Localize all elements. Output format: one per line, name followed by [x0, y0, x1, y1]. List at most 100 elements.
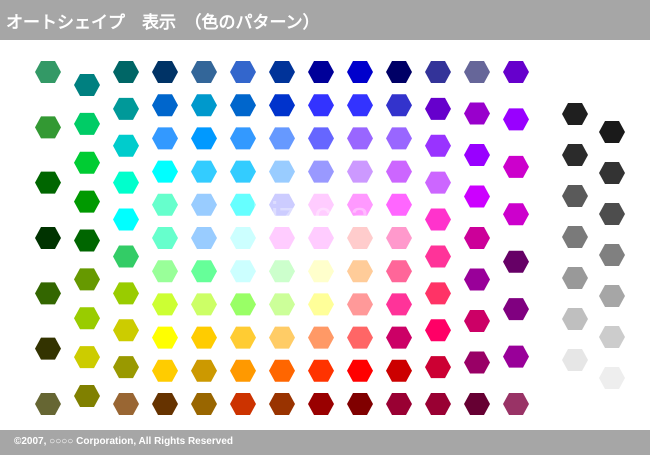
color-swatch[interactable]: [269, 359, 295, 382]
color-swatch[interactable]: [464, 351, 490, 374]
color-swatch[interactable]: [503, 250, 529, 273]
color-swatch[interactable]: [425, 282, 451, 305]
color-swatch[interactable]: [503, 61, 529, 83]
color-swatch[interactable]: [386, 61, 412, 83]
color-swatch[interactable]: [503, 108, 529, 131]
color-swatch[interactable]: [464, 268, 490, 291]
color-swatch[interactable]: [308, 94, 334, 117]
color-swatch[interactable]: [152, 160, 178, 183]
color-swatch[interactable]: [308, 326, 334, 349]
color-swatch[interactable]: [113, 134, 139, 157]
color-swatch[interactable]: [230, 326, 256, 349]
color-swatch[interactable]: [464, 102, 490, 125]
color-swatch[interactable]: [386, 127, 412, 150]
color-swatch[interactable]: [191, 359, 217, 382]
color-swatch[interactable]: [191, 326, 217, 349]
color-swatch[interactable]: [113, 319, 139, 342]
color-swatch[interactable]: [425, 97, 451, 120]
color-swatch[interactable]: [503, 393, 529, 415]
color-swatch[interactable]: [308, 359, 334, 382]
color-swatch[interactable]: [191, 160, 217, 183]
color-swatch[interactable]: [464, 310, 490, 332]
color-swatch[interactable]: [230, 160, 256, 183]
gray-swatch[interactable]: [562, 226, 588, 248]
color-swatch[interactable]: [152, 227, 178, 249]
color-swatch[interactable]: [425, 393, 451, 415]
color-swatch[interactable]: [386, 260, 412, 283]
gray-swatch[interactable]: [562, 185, 588, 207]
gray-swatch[interactable]: [562, 349, 588, 371]
color-swatch[interactable]: [74, 151, 100, 174]
color-swatch[interactable]: [74, 112, 100, 135]
color-swatch[interactable]: [152, 326, 178, 349]
color-swatch[interactable]: [191, 61, 217, 83]
color-swatch[interactable]: [503, 298, 529, 321]
color-swatch[interactable]: [74, 385, 100, 407]
color-swatch[interactable]: [113, 393, 139, 415]
color-swatch[interactable]: [35, 227, 61, 249]
color-swatch[interactable]: [386, 227, 412, 249]
color-swatch[interactable]: [386, 94, 412, 117]
color-swatch[interactable]: [386, 359, 412, 382]
color-swatch[interactable]: [74, 190, 100, 213]
color-swatch[interactable]: [347, 94, 373, 117]
gray-swatch[interactable]: [562, 308, 588, 330]
color-swatch[interactable]: [308, 293, 334, 316]
color-swatch[interactable]: [191, 260, 217, 283]
color-swatch[interactable]: [35, 337, 61, 360]
color-swatch[interactable]: [191, 193, 217, 216]
color-swatch[interactable]: [191, 94, 217, 117]
color-swatch[interactable]: [425, 245, 451, 268]
color-swatch[interactable]: [113, 208, 139, 231]
color-swatch[interactable]: [152, 127, 178, 150]
color-swatch[interactable]: [269, 61, 295, 83]
color-swatch[interactable]: [191, 393, 217, 415]
color-swatch[interactable]: [269, 326, 295, 349]
color-swatch[interactable]: [347, 127, 373, 150]
color-swatch[interactable]: [425, 61, 451, 83]
color-swatch[interactable]: [113, 61, 139, 83]
color-swatch[interactable]: [464, 185, 490, 208]
color-swatch[interactable]: [152, 359, 178, 382]
color-swatch[interactable]: [308, 393, 334, 415]
color-swatch[interactable]: [230, 61, 256, 83]
color-swatch[interactable]: [269, 94, 295, 117]
gray-swatch[interactable]: [599, 244, 625, 266]
color-swatch[interactable]: [464, 393, 490, 415]
color-swatch[interactable]: [347, 393, 373, 415]
color-swatch[interactable]: [308, 127, 334, 150]
color-swatch[interactable]: [425, 319, 451, 342]
color-swatch[interactable]: [35, 61, 61, 83]
color-swatch[interactable]: [152, 94, 178, 117]
color-swatch[interactable]: [152, 393, 178, 415]
color-swatch[interactable]: [113, 356, 139, 379]
color-swatch[interactable]: [152, 61, 178, 83]
color-swatch[interactable]: [113, 282, 139, 305]
color-swatch[interactable]: [74, 346, 100, 369]
color-swatch[interactable]: [74, 229, 100, 252]
color-swatch[interactable]: [347, 326, 373, 349]
color-swatch[interactable]: [308, 61, 334, 83]
color-swatch[interactable]: [425, 208, 451, 231]
color-swatch[interactable]: [74, 74, 100, 96]
color-swatch[interactable]: [464, 144, 490, 166]
color-swatch[interactable]: [269, 260, 295, 283]
gray-swatch[interactable]: [562, 144, 588, 166]
color-swatch[interactable]: [230, 127, 256, 150]
gray-swatch[interactable]: [599, 367, 625, 389]
color-swatch[interactable]: [425, 134, 451, 157]
color-swatch[interactable]: [152, 193, 178, 216]
color-swatch[interactable]: [230, 260, 256, 283]
color-swatch[interactable]: [347, 293, 373, 316]
color-swatch[interactable]: [308, 260, 334, 283]
color-swatch[interactable]: [308, 160, 334, 183]
color-swatch[interactable]: [35, 116, 61, 139]
color-swatch[interactable]: [347, 61, 373, 83]
color-swatch[interactable]: [386, 160, 412, 183]
color-swatch[interactable]: [269, 393, 295, 415]
color-swatch[interactable]: [191, 227, 217, 249]
color-swatch[interactable]: [35, 282, 61, 305]
color-swatch[interactable]: [464, 61, 490, 83]
color-swatch[interactable]: [230, 94, 256, 117]
color-swatch[interactable]: [152, 260, 178, 283]
